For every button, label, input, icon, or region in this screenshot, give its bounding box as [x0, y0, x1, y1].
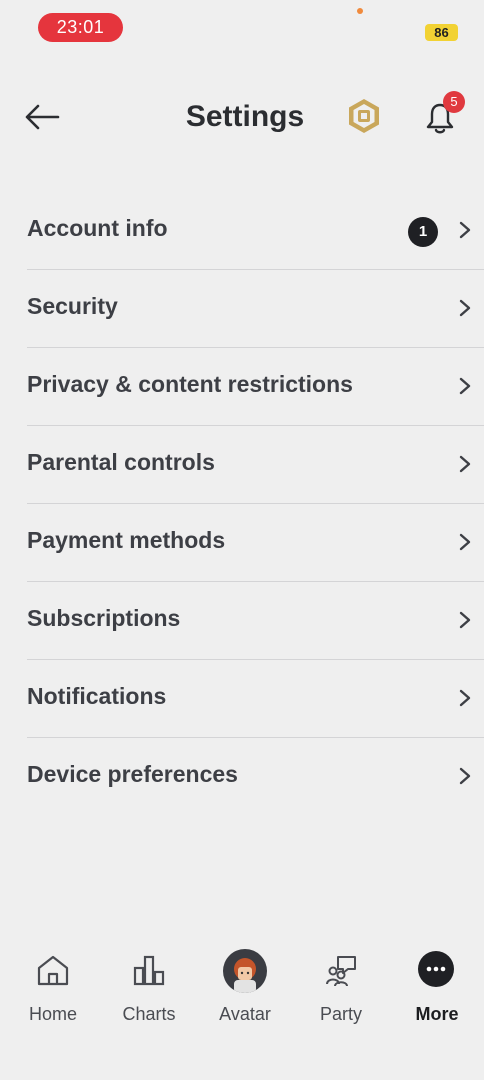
menu-item-label: Account info — [27, 215, 168, 241]
account-info-badge: 1 — [408, 217, 438, 247]
menu-item-label: Security — [27, 293, 118, 319]
avatar — [223, 949, 267, 993]
menu-item-label: Subscriptions — [27, 605, 181, 631]
menu-item-label: Device preferences — [27, 761, 238, 787]
menu-item-label: Payment methods — [27, 527, 226, 553]
menu-item-subscriptions[interactable]: Subscriptions — [27, 582, 484, 660]
chevron-right-icon — [459, 299, 471, 317]
tab-party[interactable]: Party — [293, 940, 389, 1040]
menu-item-device-preferences[interactable]: Device preferences — [27, 738, 484, 816]
settings-menu: Account info 1 Security Privacy & conten… — [0, 192, 484, 816]
tab-more[interactable]: More — [389, 940, 484, 1040]
menu-item-security[interactable]: Security — [27, 270, 484, 348]
battery-indicator: 86 — [425, 24, 458, 41]
back-arrow-icon[interactable] — [22, 97, 62, 137]
menu-item-label: Privacy & content restrictions — [27, 371, 353, 397]
robux-icon[interactable] — [345, 97, 383, 135]
menu-item-notifications[interactable]: Notifications — [27, 660, 484, 738]
header-bar: Settings — [0, 85, 484, 155]
chevron-right-icon — [459, 221, 471, 239]
menu-item-label: Parental controls — [27, 449, 215, 475]
chevron-right-icon — [459, 689, 471, 707]
menu-item-payment-methods[interactable]: Payment methods — [27, 504, 484, 582]
chevron-right-icon — [459, 377, 471, 395]
more-icon — [418, 951, 454, 987]
tab-label-more: More — [415, 1004, 459, 1024]
chevron-right-icon — [459, 767, 471, 785]
page-title: Settings — [185, 100, 305, 133]
privacy-indicator-dot — [357, 8, 363, 14]
tab-charts[interactable]: Charts — [101, 940, 197, 1040]
charts-icon — [133, 955, 165, 986]
menu-item-label: Notifications — [27, 683, 167, 709]
tab-label-home: Home — [28, 1004, 77, 1024]
chevron-right-icon — [459, 455, 471, 473]
home-icon — [37, 955, 69, 986]
party-icon — [326, 956, 356, 987]
tab-label-party: Party — [319, 1004, 362, 1024]
avatar-icon — [234, 958, 256, 993]
tab-label-charts: Charts — [122, 1004, 176, 1024]
tab-label-avatar: Avatar — [219, 1004, 271, 1024]
status-bar: 23:01 86 — [0, 0, 484, 60]
menu-item-parental-controls[interactable]: Parental controls — [27, 426, 484, 504]
menu-item-privacy[interactable]: Privacy & content restrictions — [27, 348, 484, 426]
chevron-right-icon — [459, 611, 471, 629]
bottom-tab-bar: Home Charts Avatar Party More — [0, 940, 484, 1040]
notification-count-badge: 5 — [443, 91, 465, 113]
tab-avatar[interactable]: Avatar — [197, 940, 293, 1040]
chevron-right-icon — [459, 533, 471, 551]
tab-home[interactable]: Home — [5, 940, 101, 1040]
status-time: 23:01 — [38, 13, 123, 42]
menu-item-account-info[interactable]: Account info 1 — [27, 192, 484, 270]
